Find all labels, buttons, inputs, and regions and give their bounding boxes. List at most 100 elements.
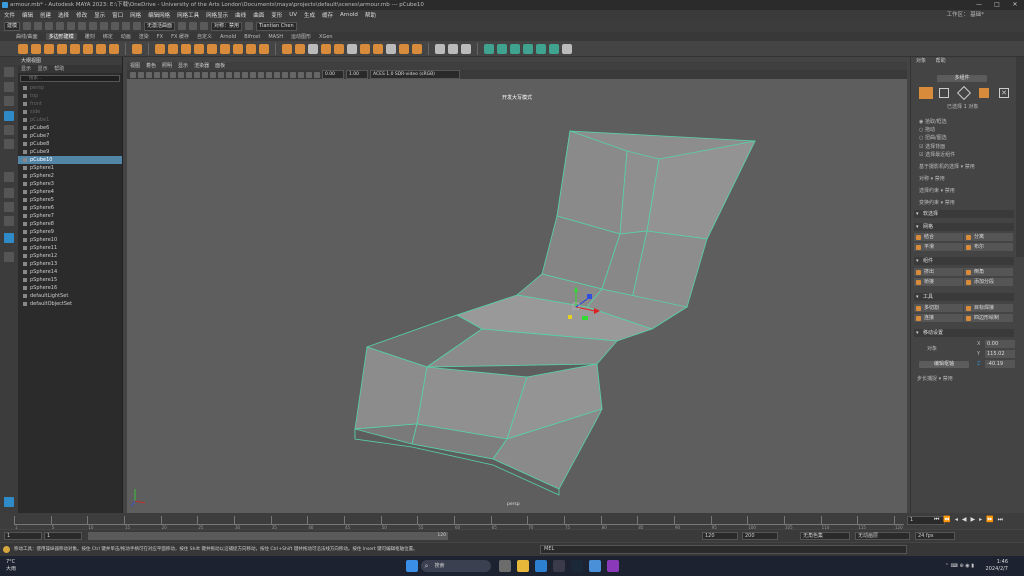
menu-item[interactable]: 网格显示 bbox=[206, 11, 228, 19]
shelf-tab[interactable]: 多边形建模 bbox=[45, 33, 77, 40]
viewport-gamma-field[interactable]: 1.00 bbox=[346, 70, 368, 79]
shelf-tab[interactable]: FX bbox=[157, 34, 163, 40]
move-tool-icon[interactable] bbox=[4, 111, 14, 121]
outliner-item[interactable]: pSphere2 bbox=[18, 172, 122, 180]
outliner-item[interactable]: pCube6 bbox=[18, 124, 122, 132]
sweep-mesh-icon[interactable] bbox=[132, 43, 142, 54]
play-forward-icon[interactable]: ▶ bbox=[971, 516, 976, 524]
outliner-item[interactable]: pSphere9 bbox=[18, 228, 122, 236]
outliner-item[interactable]: pSphere10 bbox=[18, 236, 122, 244]
maya-taskbar-icon[interactable] bbox=[588, 560, 601, 572]
default-material-icon[interactable] bbox=[234, 71, 240, 78]
scale-tool-icon[interactable] bbox=[4, 139, 14, 149]
menu-item[interactable]: 帮助 bbox=[365, 11, 376, 19]
camera-attr-icon[interactable] bbox=[138, 71, 144, 78]
check-nearest[interactable]: ☑ 选择最近组件 bbox=[919, 151, 955, 158]
outliner-item[interactable]: pSphere13 bbox=[18, 260, 122, 268]
range-inner-start-field[interactable]: 1 bbox=[44, 532, 82, 540]
range-end-field[interactable]: 120 bbox=[702, 532, 738, 540]
symmetry-dropdown[interactable]: 对称：禁用 bbox=[211, 21, 243, 31]
uv-mode-icon[interactable]: ✕ bbox=[999, 88, 1009, 98]
system-tray[interactable]: ⌃ ⌨ ⊕ ◉ ▮ bbox=[945, 563, 974, 569]
isolate-icon[interactable] bbox=[290, 71, 296, 78]
select-object-icon[interactable] bbox=[89, 22, 98, 30]
safe-title-icon[interactable] bbox=[210, 71, 216, 78]
menu-item[interactable]: Arnold bbox=[340, 12, 358, 18]
camera-select-row[interactable]: 基于摄影机的选择 ▾ 禁用 bbox=[919, 163, 975, 170]
bridge-button[interactable]: 桥接 bbox=[914, 278, 963, 286]
add-divisions-button[interactable]: 添加分段 bbox=[964, 278, 1013, 286]
menu-item[interactable]: 曲面 bbox=[253, 11, 264, 19]
anti-alias-icon[interactable] bbox=[282, 71, 288, 78]
outliner-item[interactable]: pCube10 bbox=[18, 156, 122, 164]
resolution-gate-icon[interactable] bbox=[178, 71, 184, 78]
layout-outliner-icon[interactable] bbox=[4, 216, 14, 226]
viewport-menu-item[interactable]: 着色 bbox=[146, 63, 156, 69]
steam-icon[interactable] bbox=[570, 560, 583, 572]
outliner-item[interactable]: defaultLightSet bbox=[18, 292, 122, 300]
outliner-search-input[interactable]: 搜索... bbox=[20, 75, 120, 82]
retopologize-icon[interactable] bbox=[259, 43, 269, 54]
outliner-item[interactable]: pSphere4 bbox=[18, 188, 122, 196]
snap-grid-icon[interactable] bbox=[111, 22, 120, 30]
toolkit-tab[interactable]: 帮助 bbox=[936, 58, 946, 64]
menu-item[interactable]: 选择 bbox=[58, 11, 69, 19]
step-snap-row[interactable]: 步长捕捉 ▾ 禁用 bbox=[917, 375, 953, 382]
outliner-item[interactable]: pCube9 bbox=[18, 148, 122, 156]
poly-sphere-icon[interactable] bbox=[18, 43, 28, 54]
menu-item[interactable]: UV bbox=[289, 12, 297, 18]
fill-hole-icon[interactable] bbox=[334, 43, 344, 54]
combine-icon[interactable] bbox=[155, 43, 165, 54]
color-management-dropdown[interactable]: ACES 1.0 SDR-video (sRGB) bbox=[370, 70, 460, 79]
mirror-icon[interactable] bbox=[233, 43, 243, 54]
menu-item[interactable]: 创建 bbox=[40, 11, 51, 19]
remesh-icon[interactable] bbox=[246, 43, 256, 54]
face-mode-icon[interactable] bbox=[979, 88, 989, 98]
shelf-tab[interactable]: 渲染 bbox=[139, 33, 149, 40]
components-section[interactable]: 组件 bbox=[914, 257, 1014, 265]
outliner-menu-item[interactable]: 帮助 bbox=[54, 66, 64, 72]
poly-cone-icon[interactable] bbox=[57, 43, 67, 54]
menu-item[interactable]: 编辑网格 bbox=[148, 11, 170, 19]
poke-icon[interactable] bbox=[399, 43, 409, 54]
extract-icon[interactable] bbox=[181, 43, 191, 54]
outliner-item[interactable]: pCube7 bbox=[18, 132, 122, 140]
separate-button[interactable]: 分离 bbox=[964, 233, 1013, 241]
outliner-item[interactable]: side bbox=[18, 108, 122, 116]
paint-select-icon[interactable] bbox=[4, 96, 14, 106]
viewport-menu-item[interactable]: 显示 bbox=[178, 63, 188, 69]
soft-select-section[interactable]: 软选择 bbox=[914, 210, 1014, 218]
edge-mode-icon[interactable] bbox=[956, 85, 972, 101]
task-view-icon[interactable] bbox=[498, 560, 511, 572]
live-surface-field[interactable]: 无激活曲面 bbox=[144, 21, 176, 31]
uv-editor-icon[interactable] bbox=[562, 43, 572, 54]
fps-dropdown[interactable]: 24 fps bbox=[915, 532, 955, 540]
menu-item[interactable]: 修改 bbox=[76, 11, 87, 19]
open-scene-icon[interactable] bbox=[34, 22, 43, 30]
ambient-occlusion-icon[interactable] bbox=[266, 71, 272, 78]
field-chart-icon[interactable] bbox=[194, 71, 200, 78]
outliner-item[interactable]: pSphere7 bbox=[18, 212, 122, 220]
poly-cube-icon[interactable] bbox=[31, 43, 41, 54]
cut-uv-icon[interactable] bbox=[536, 43, 546, 54]
menuset-dropdown[interactable]: 建模 bbox=[4, 21, 21, 31]
edge-browser-icon[interactable] bbox=[534, 560, 547, 572]
shelf-tab[interactable]: 动画 bbox=[121, 33, 131, 40]
spherical-uv-icon[interactable] bbox=[510, 43, 520, 54]
xray-joints-icon[interactable] bbox=[306, 71, 312, 78]
poly-disc-icon[interactable] bbox=[96, 43, 106, 54]
menu-item[interactable]: 文件 bbox=[4, 11, 15, 19]
target-weld-icon[interactable] bbox=[461, 43, 471, 54]
vertex-mode-icon[interactable] bbox=[939, 88, 949, 98]
reduce-icon[interactable] bbox=[220, 43, 230, 54]
menu-item[interactable]: 网格 bbox=[130, 11, 141, 19]
clock[interactable]: 1:46 2024/2/7 bbox=[986, 559, 1008, 573]
wireframe-icon[interactable] bbox=[218, 71, 224, 78]
outliner-item[interactable]: top bbox=[18, 92, 122, 100]
sew-uv-icon[interactable] bbox=[549, 43, 559, 54]
bevel-button[interactable]: 倒角 bbox=[964, 268, 1013, 276]
viewport-menu-item[interactable]: 视图 bbox=[130, 63, 140, 69]
circularize-icon[interactable] bbox=[386, 43, 396, 54]
render-icon[interactable] bbox=[178, 22, 187, 30]
insert-edge-loop-icon[interactable] bbox=[435, 43, 445, 54]
